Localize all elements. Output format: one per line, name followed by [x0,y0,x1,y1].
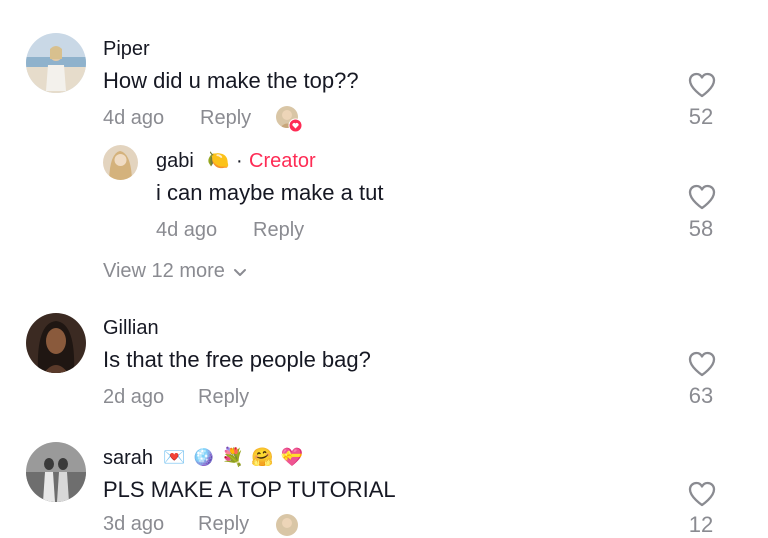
reply-button[interactable]: Reply [200,107,251,130]
bouquet-emoji: 💐 [221,447,245,468]
reply-text: i can maybe make a tut [156,180,384,205]
hugging-face-emoji: 🤗 [251,447,274,468]
avatar-piper[interactable] [26,33,86,93]
creator-liked-badge [276,106,304,134]
like-count: 63 [688,383,714,408]
view-more-label: View 12 more [103,260,225,282]
reply-button[interactable]: Reply [198,513,249,536]
love-letter-emoji: 💌 [163,447,186,468]
avatar-sarah[interactable] [26,442,86,502]
comment-timestamp: 4d ago [103,107,165,129]
comment-username[interactable]: sarah [103,447,153,470]
reply-button[interactable]: Reply [253,219,304,242]
comment-username[interactable]: Piper [103,38,150,61]
comment-text: PLS MAKE A TOP TUTORIAL [103,477,396,502]
heart-badge-icon [288,118,303,133]
mirror-ball-emoji: 🪩 [192,447,215,468]
reply-timestamp: 4d ago [156,219,218,241]
like-heart-icon[interactable] [687,350,717,378]
reply-button[interactable]: Reply [198,386,249,409]
reply-username[interactable]: gabi [156,150,194,173]
lemon-emoji: 🍋 [207,150,230,171]
creator-liked-avatar [276,514,298,536]
username-emoji-row: 💌 🪩 💐 🤗 💝 [163,447,303,468]
comment-timestamp: 2d ago [103,386,165,408]
chevron-down-icon [233,269,246,276]
heart-ribbon-emoji: 💝 [280,447,304,468]
like-heart-icon[interactable] [687,71,717,99]
like-count: 52 [688,104,714,129]
comment-username[interactable]: Gillian [103,317,159,340]
creator-separator: · [236,150,243,172]
comment-timestamp: 3d ago [103,513,165,535]
like-count: 12 [688,512,714,537]
like-heart-icon[interactable] [687,183,717,211]
comment-text: Is that the free people bag? [103,347,371,372]
like-heart-icon[interactable] [687,480,717,508]
view-more-replies-button[interactable]: View 12 more [103,260,247,283]
like-count: 58 [688,216,714,241]
avatar-gillian[interactable] [26,313,86,373]
avatar-gabi[interactable] [103,145,138,180]
creator-label: Creator [249,150,316,172]
comment-text: How did u make the top?? [103,68,359,93]
